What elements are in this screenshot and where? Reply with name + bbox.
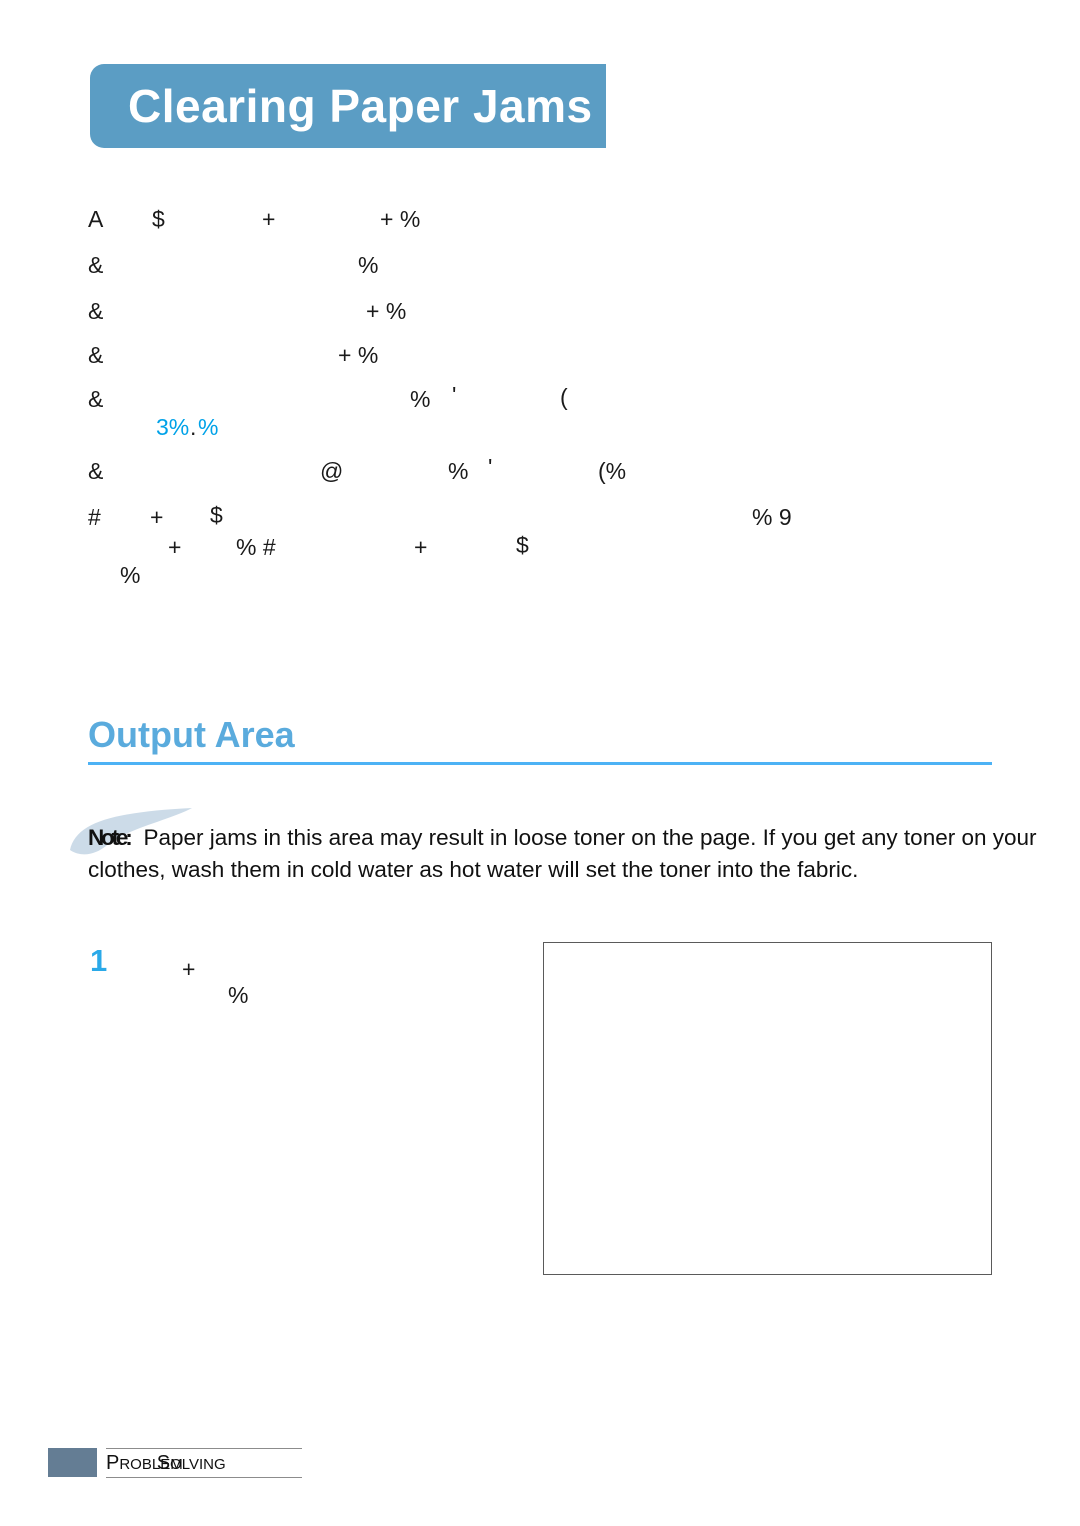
step-number-1: 1 xyxy=(90,943,108,978)
body-glyph: & xyxy=(88,458,104,484)
note-text: Paper jams in this area may result in lo… xyxy=(88,825,1037,882)
body-glyph: + xyxy=(262,206,276,232)
footer-rule-top xyxy=(106,1448,302,1449)
body-glyph: ' xyxy=(452,382,457,408)
body-glyph: + % xyxy=(380,206,421,232)
body-glyph: % xyxy=(410,386,431,412)
body-glyph: % xyxy=(120,562,141,588)
body-glyph: ( xyxy=(560,384,568,410)
footer-label: PROBLEMSOLVING xyxy=(106,1450,226,1478)
body-glyph: + % xyxy=(366,298,407,324)
body-glyph: @ xyxy=(320,458,344,484)
footer-word-solving-rest: OLVING xyxy=(170,1456,226,1473)
body-glyph: + xyxy=(168,534,182,560)
body-glyph: % # xyxy=(236,534,276,560)
section-heading-output-area: Output Area xyxy=(88,714,295,755)
body-glyph: A xyxy=(88,206,104,232)
body-glyph: % xyxy=(448,458,469,484)
body-glyph: % xyxy=(358,252,379,278)
footer-word-problem-cap: P xyxy=(106,1452,120,1474)
body-glyph: + xyxy=(150,504,164,530)
body-glyph: $ xyxy=(516,532,529,558)
section-divider xyxy=(88,762,992,765)
body-glyph-accent-suffix: % xyxy=(198,414,219,440)
illustration-placeholder xyxy=(543,942,992,1275)
body-glyph: (% xyxy=(598,458,627,484)
body-glyph: $ xyxy=(210,502,223,528)
footer-word-solving-cap: S xyxy=(156,1452,171,1474)
note-label: Note: xyxy=(88,825,133,850)
body-glyph: & xyxy=(88,386,104,412)
footer-color-swatch xyxy=(48,1448,97,1477)
body-glyph: # xyxy=(88,504,101,530)
body-glyph: & xyxy=(88,252,104,278)
body-glyph: & xyxy=(88,298,104,324)
body-glyph: $ xyxy=(152,206,165,232)
page-footer: PROBLEMSOLVING xyxy=(48,1446,468,1490)
body-text-block: A $ + + % & % & + % & + % & % ' ( 3% . %… xyxy=(0,0,1080,588)
step-glyph: + xyxy=(182,956,196,982)
body-glyph: & xyxy=(88,342,104,368)
step-glyph: % xyxy=(228,982,249,1008)
body-glyph: ' xyxy=(488,454,493,480)
body-glyph: + xyxy=(414,534,428,560)
body-glyph: + % xyxy=(338,342,379,368)
body-glyph-accent-middle: . xyxy=(190,414,197,440)
note-callout: Note: Paper jams in this area may result … xyxy=(88,822,1078,886)
document-page: Clearing Paper Jams A $ + + % & % & + % … xyxy=(0,0,1080,1526)
body-glyph: % 9 xyxy=(752,504,792,530)
body-glyph-accent-prefix: 3% xyxy=(156,414,190,440)
